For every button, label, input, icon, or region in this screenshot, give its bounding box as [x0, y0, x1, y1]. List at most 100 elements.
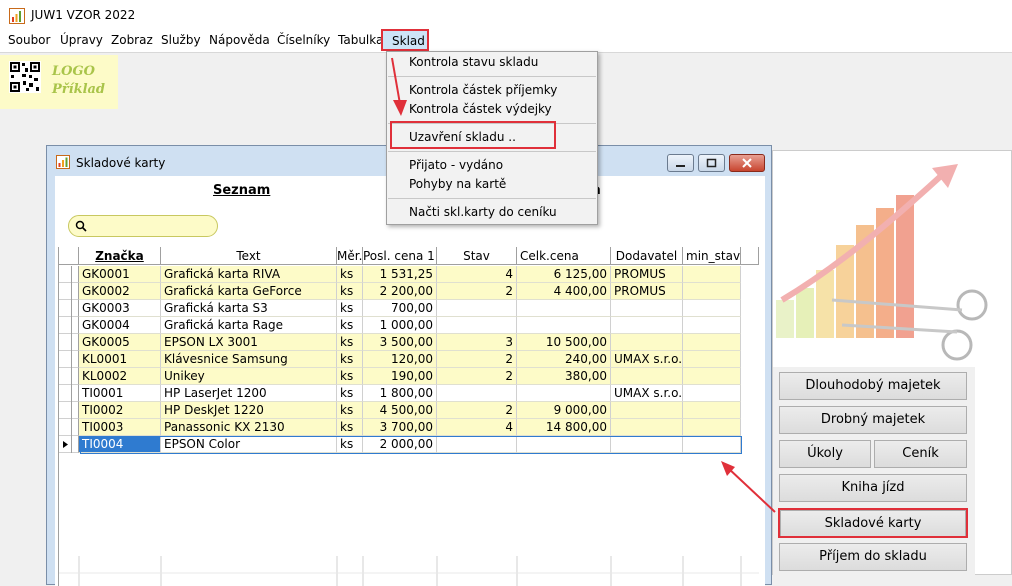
menu-sluzby[interactable]: Služby — [161, 33, 201, 47]
column-header-posl-cena[interactable]: Posl. cena 1 — [363, 247, 437, 265]
cell-posl-cena[interactable]: 2 200,00 — [363, 283, 437, 300]
search-input[interactable] — [91, 218, 211, 234]
cell-merj[interactable]: ks — [337, 351, 363, 368]
cell-celk-cena[interactable]: 6 125,00 — [517, 266, 611, 283]
cell-posl-cena[interactable]: 190,00 — [363, 368, 437, 385]
row-indicator[interactable] — [59, 402, 79, 419]
cell-text[interactable]: Unikey — [161, 368, 337, 385]
cell-znacka[interactable]: TI0002 — [79, 402, 161, 419]
minimize-button[interactable] — [667, 154, 694, 172]
table-row[interactable]: GK0003 Grafická karta S3 ks 700,00 — [59, 300, 759, 317]
cell-min-stav[interactable] — [683, 419, 741, 436]
cell-znacka[interactable]: GK0003 — [79, 300, 161, 317]
column-header-merj[interactable]: Měr.j — [337, 247, 363, 265]
prijem-do-skladu-button[interactable]: Příjem do skladu — [779, 543, 967, 571]
dlouhodoby-majetek-button[interactable]: Dlouhodobý majetek — [779, 372, 967, 400]
cell-dodavatel[interactable]: UMAX s.r.o. — [611, 351, 683, 368]
cell-dodavatel[interactable] — [611, 368, 683, 385]
drobny-majetek-button[interactable]: Drobný majetek — [779, 406, 967, 434]
cell-min-stav[interactable] — [683, 385, 741, 402]
row-indicator[interactable] — [59, 283, 79, 300]
table-row[interactable]: GK0001 Grafická karta RIVA ks 1 531,25 4 6 12… — [59, 266, 759, 283]
cell-dodavatel[interactable]: PROMUS — [611, 283, 683, 300]
cell-stav[interactable]: 3 — [437, 334, 517, 351]
cell-posl-cena[interactable]: 4 500,00 — [363, 402, 437, 419]
cell-znacka[interactable]: TI0001 — [79, 385, 161, 402]
cell-stav[interactable]: 2 — [437, 368, 517, 385]
cell-celk-cena[interactable]: 240,00 — [517, 351, 611, 368]
column-header-dodavatel[interactable]: Dodavatel — [611, 247, 683, 265]
table-row[interactable]: TI0001 HP LaserJet 1200 ks 1 800,00 UMAX s.r… — [59, 385, 759, 402]
cell-dodavatel[interactable]: UMAX s.r.o. — [611, 385, 683, 402]
column-header-celk-cena[interactable]: Celk.cena — [517, 247, 611, 265]
menu-upravy[interactable]: Úpravy — [60, 33, 103, 47]
cell-text[interactable]: Grafická karta S3 — [161, 300, 337, 317]
row-indicator[interactable] — [59, 419, 79, 436]
cell-min-stav[interactable] — [683, 317, 741, 334]
cell-merj[interactable]: ks — [337, 300, 363, 317]
close-button[interactable] — [729, 154, 765, 172]
cell-min-stav[interactable] — [683, 283, 741, 300]
cell-merj[interactable]: ks — [337, 419, 363, 436]
cell-posl-cena[interactable]: 1 531,25 — [363, 266, 437, 283]
row-indicator[interactable] — [59, 385, 79, 402]
cell-stav[interactable]: 2 — [437, 283, 517, 300]
cell-posl-cena[interactable]: 120,00 — [363, 351, 437, 368]
menu-kontrola-stavu-skladu[interactable]: Kontrola stavu skladu — [409, 55, 538, 69]
row-indicator[interactable] — [59, 317, 79, 334]
cell-dodavatel[interactable] — [611, 419, 683, 436]
ukoly-button[interactable]: Úkoly — [779, 440, 871, 468]
cell-znacka[interactable]: KL0001 — [79, 351, 161, 368]
menu-nacti-skl-karty[interactable]: Načti skl.karty do ceníku — [409, 205, 557, 219]
cell-posl-cena[interactable]: 1 000,00 — [363, 317, 437, 334]
table-row[interactable]: GK0002 Grafická karta GeForce ks 2 200,00 2 4… — [59, 283, 759, 300]
menu-ciselniky[interactable]: Číselníky — [277, 33, 330, 47]
cell-min-stav[interactable] — [683, 266, 741, 283]
cell-min-stav[interactable] — [683, 334, 741, 351]
cell-text[interactable]: HP LaserJet 1200 — [161, 385, 337, 402]
menu-kontrola-castek-vydejky[interactable]: Kontrola částek výdejky — [409, 102, 552, 116]
cell-text[interactable]: Grafická karta RIVA — [161, 266, 337, 283]
table-row[interactable]: GK0004 Grafická karta Rage ks 1 000,00 — [59, 317, 759, 334]
cell-merj[interactable]: ks — [337, 266, 363, 283]
menu-sklad[interactable]: Sklad — [381, 29, 429, 51]
cell-dodavatel[interactable] — [611, 334, 683, 351]
cell-merj[interactable]: ks — [337, 385, 363, 402]
menu-prijato-vydano[interactable]: Přijato - vydáno — [409, 158, 503, 172]
cell-min-stav[interactable] — [683, 368, 741, 385]
cell-min-stav[interactable] — [683, 351, 741, 368]
cell-dodavatel[interactable] — [611, 317, 683, 334]
cell-celk-cena[interactable] — [517, 300, 611, 317]
table-row[interactable]: GK0005 EPSON LX 3001 ks 3 500,00 3 10 500,00 — [59, 334, 759, 351]
cell-celk-cena[interactable]: 4 400,00 — [517, 283, 611, 300]
menu-soubor[interactable]: Soubor — [8, 33, 50, 47]
cell-stav[interactable] — [437, 300, 517, 317]
column-header-text[interactable]: Text — [161, 247, 337, 265]
cell-znacka[interactable]: GK0005 — [79, 334, 161, 351]
cell-merj[interactable]: ks — [337, 283, 363, 300]
cell-text[interactable]: Klávesnice Samsung — [161, 351, 337, 368]
row-indicator[interactable] — [59, 368, 79, 385]
cell-merj[interactable]: ks — [337, 334, 363, 351]
cell-text[interactable]: Grafická karta Rage — [161, 317, 337, 334]
cell-stav[interactable] — [437, 385, 517, 402]
cenik-button[interactable]: Ceník — [874, 440, 967, 468]
cell-znacka[interactable]: GK0004 — [79, 317, 161, 334]
cell-min-stav[interactable] — [683, 402, 741, 419]
table-row[interactable]: KL0001 Klávesnice Samsung ks 120,00 2 240,00 U… — [59, 351, 759, 368]
cell-znacka[interactable]: GK0002 — [79, 283, 161, 300]
cell-dodavatel[interactable]: PROMUS — [611, 266, 683, 283]
menu-napoveda[interactable]: Nápověda — [209, 33, 270, 47]
cell-znacka[interactable]: GK0001 — [79, 266, 161, 283]
maximize-button[interactable] — [698, 154, 725, 172]
cell-merj[interactable]: ks — [337, 368, 363, 385]
cell-dodavatel[interactable] — [611, 300, 683, 317]
column-header-min-stav[interactable]: min_stav — [683, 247, 741, 265]
table-row[interactable]: TI0003 Panassonic KX 2130 ks 3 700,00 4 14 80… — [59, 419, 759, 436]
cell-celk-cena[interactable] — [517, 317, 611, 334]
cell-posl-cena[interactable]: 3 700,00 — [363, 419, 437, 436]
row-indicator[interactable] — [59, 300, 79, 317]
cell-celk-cena[interactable]: 380,00 — [517, 368, 611, 385]
menu-tabulka[interactable]: Tabulka — [338, 33, 383, 47]
tab-seznam[interactable]: Seznam — [213, 183, 270, 198]
